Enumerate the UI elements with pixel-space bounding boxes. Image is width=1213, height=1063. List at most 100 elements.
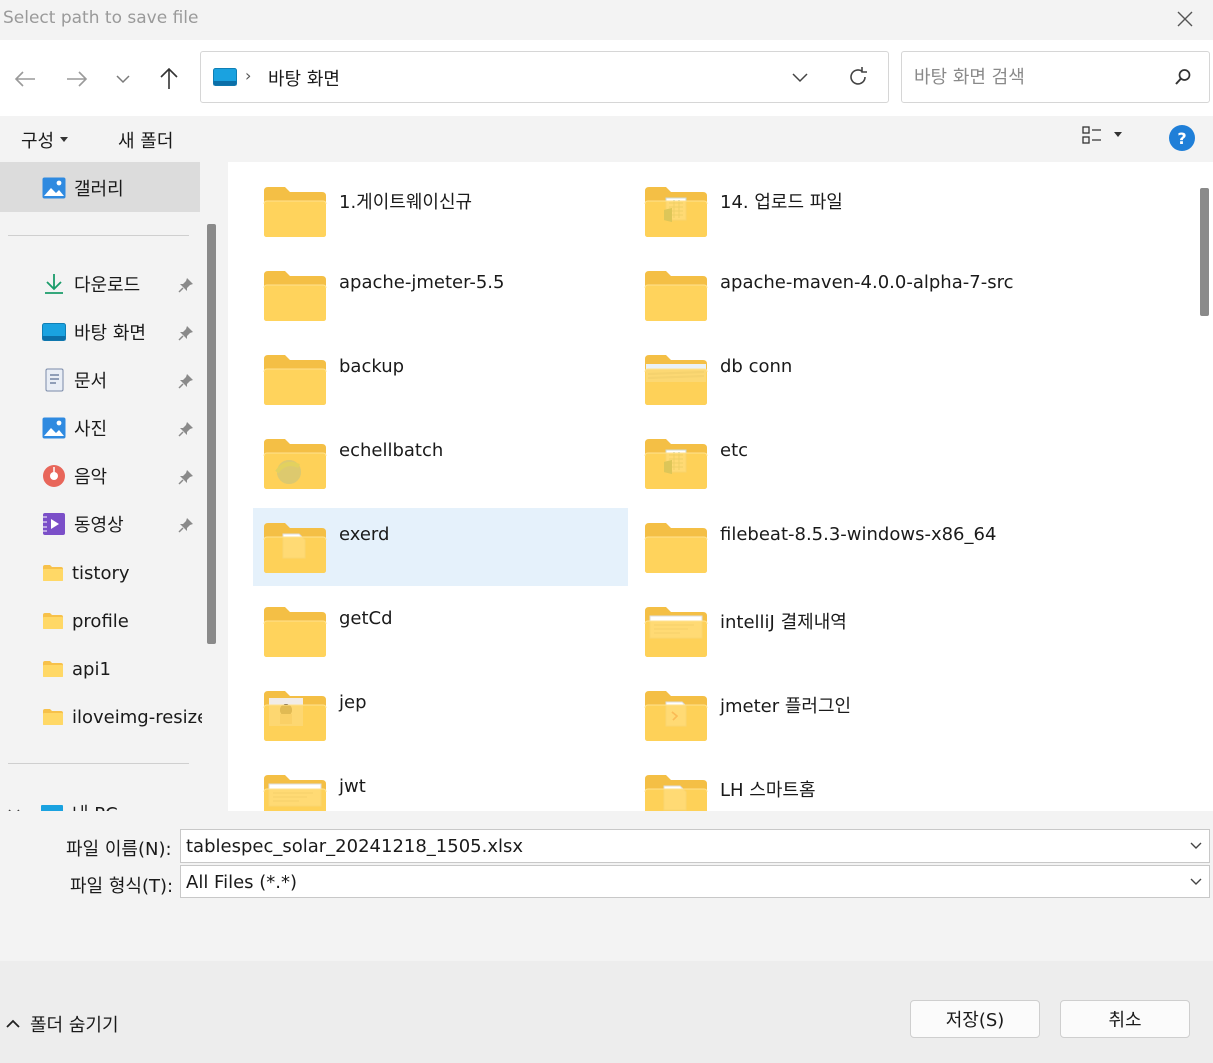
folder-item[interactable]: LH 스마트홈 bbox=[634, 760, 1009, 811]
search-box[interactable] bbox=[901, 51, 1210, 103]
folder-item[interactable]: getCd bbox=[253, 592, 628, 670]
pin-icon bbox=[178, 518, 193, 533]
folder-name: backup bbox=[339, 356, 405, 377]
folder-name: LH 스마트홈 bbox=[720, 780, 816, 801]
sidebar-item-label: 문서 bbox=[74, 371, 108, 392]
folder-icon bbox=[263, 691, 327, 741]
new-folder-label: 새 폴더 bbox=[118, 131, 174, 152]
sidebar-divider bbox=[8, 235, 189, 236]
folder-icon bbox=[644, 523, 708, 573]
sidebar-item-downloads[interactable]: 다운로드 bbox=[42, 269, 140, 299]
file-name-value[interactable]: tablespec_solar_20241218_1505.xlsx bbox=[186, 836, 523, 857]
hide-folders-toggle[interactable]: 폴더 숨기기 bbox=[6, 1011, 119, 1037]
file-list: 1.게이트웨이신규 14. 업로드 파일 apache-jmeter-5.5 apac… bbox=[228, 162, 1213, 811]
breadcrumb-separator: › bbox=[245, 66, 252, 85]
pin-icon bbox=[178, 422, 193, 437]
folder-item[interactable]: db conn bbox=[634, 340, 1009, 418]
folder-item[interactable]: intelliJ 결제내역 bbox=[634, 592, 1009, 670]
music-icon bbox=[43, 465, 65, 487]
file-name-field[interactable]: tablespec_solar_20241218_1505.xlsx bbox=[180, 829, 1210, 863]
forward-button[interactable] bbox=[62, 64, 92, 94]
folder-icon bbox=[644, 439, 708, 489]
sidebar-item-gallery[interactable]: 갤러리 bbox=[42, 173, 124, 203]
folder-item[interactable]: jep bbox=[253, 676, 628, 754]
recent-locations-button[interactable] bbox=[108, 64, 138, 94]
back-button[interactable] bbox=[10, 64, 40, 94]
folder-name: exerd bbox=[339, 524, 390, 545]
gallery-icon bbox=[42, 177, 66, 199]
view-list-icon bbox=[1082, 126, 1101, 144]
folder-name: etc bbox=[720, 440, 749, 461]
folder-icon bbox=[43, 709, 63, 725]
sidebar-item-api1[interactable]: api1 bbox=[42, 654, 111, 684]
breadcrumb-desktop[interactable]: 바탕 화면 bbox=[268, 65, 340, 91]
folder-name: db conn bbox=[720, 356, 793, 377]
file-type-value: All Files (*.*) bbox=[186, 872, 298, 893]
up-button[interactable] bbox=[154, 64, 184, 94]
content-scrollbar[interactable] bbox=[1196, 162, 1213, 811]
folder-icon bbox=[644, 187, 708, 237]
folder-item[interactable]: jmeter 플러그인 bbox=[634, 676, 1009, 754]
file-fields: 파일 이름(N): tablespec_solar_20241218_1505.… bbox=[0, 811, 1213, 961]
pictures-icon bbox=[42, 417, 66, 439]
sidebar-item-label: 음악 bbox=[74, 467, 108, 488]
scrollbar-thumb[interactable] bbox=[1200, 188, 1209, 316]
folder-icon bbox=[644, 775, 708, 811]
sidebar-item-documents[interactable]: 문서 bbox=[42, 365, 107, 395]
folder-name: filebeat-8.5.3-windows-x86_64 bbox=[720, 524, 997, 545]
sidebar-item-label: 사진 bbox=[74, 419, 108, 440]
folder-item[interactable]: filebeat-8.5.3-windows-x86_64 bbox=[634, 508, 1009, 586]
folder-name: 1.게이트웨이신규 bbox=[339, 192, 473, 213]
folder-icon bbox=[263, 187, 327, 237]
folder-item[interactable]: echellbatch bbox=[253, 424, 628, 502]
sidebar-divider bbox=[8, 763, 189, 764]
caret-down-icon bbox=[1114, 132, 1122, 137]
cancel-button[interactable]: 취소 bbox=[1060, 1000, 1190, 1038]
folder-item[interactable]: backup bbox=[253, 340, 628, 418]
organize-label: 구성 bbox=[21, 131, 55, 152]
caret-down-icon bbox=[60, 137, 69, 142]
folder-item[interactable]: apache-maven-4.0.0-alpha-7-src bbox=[634, 256, 1013, 334]
folder-name: getCd bbox=[339, 608, 393, 629]
refresh-icon bbox=[850, 67, 867, 85]
folder-icon bbox=[644, 691, 708, 741]
help-button[interactable]: ? bbox=[1169, 125, 1195, 151]
sidebar-item-this-pc[interactable]: 내 PC bbox=[8, 798, 118, 811]
view-options-button[interactable] bbox=[1082, 126, 1122, 144]
search-input[interactable] bbox=[914, 64, 1154, 90]
folder-item[interactable]: 14. 업로드 파일 bbox=[634, 172, 1009, 250]
folder-name: echellbatch bbox=[339, 440, 444, 461]
folder-name: intelliJ 결제내역 bbox=[720, 612, 847, 633]
desktop-icon bbox=[213, 68, 237, 86]
refresh-button[interactable] bbox=[846, 65, 870, 93]
sidebar-item-desktop[interactable]: 바탕 화면 bbox=[42, 317, 146, 347]
folder-item[interactable]: 1.게이트웨이신규 bbox=[253, 172, 628, 250]
save-button[interactable]: 저장(S) bbox=[910, 1000, 1040, 1038]
chevron-down-icon[interactable] bbox=[1189, 839, 1203, 853]
address-bar[interactable]: › 바탕 화면 bbox=[200, 51, 889, 103]
close-button[interactable] bbox=[1165, 2, 1205, 36]
sidebar-item-videos[interactable]: 동영상 bbox=[42, 509, 124, 539]
new-folder-button[interactable]: 새 폴더 bbox=[118, 127, 173, 153]
folder-item[interactable]: jwt bbox=[253, 760, 628, 811]
organize-button[interactable]: 구성 bbox=[21, 127, 69, 153]
sidebar-scrollbar[interactable] bbox=[207, 224, 216, 644]
sidebar-item-profile[interactable]: profile bbox=[42, 606, 129, 636]
folder-name: jmeter 플러그인 bbox=[720, 696, 852, 717]
folder-item[interactable]: apache-jmeter-5.5 bbox=[253, 256, 628, 334]
chevron-down-icon bbox=[1190, 878, 1202, 885]
folder-item[interactable]: etc bbox=[634, 424, 1009, 502]
folder-name: jwt bbox=[339, 776, 366, 797]
pin-icon bbox=[178, 278, 193, 293]
sidebar-item-label: 바탕 화면 bbox=[74, 323, 146, 344]
sidebar-item-music[interactable]: 음악 bbox=[42, 461, 107, 491]
address-history-button[interactable] bbox=[791, 67, 809, 91]
hide-folders-label: 폴더 숨기기 bbox=[30, 1015, 119, 1036]
folder-item[interactable]: exerd bbox=[253, 508, 628, 586]
file-type-select[interactable]: All Files (*.*) bbox=[180, 865, 1210, 898]
sidebar-item-pictures[interactable]: 사진 bbox=[42, 413, 107, 443]
help-icon: ? bbox=[1177, 128, 1187, 148]
folder-icon bbox=[644, 355, 708, 405]
sidebar-item-iloveimg-resized[interactable]: iloveimg-resized bbox=[42, 702, 202, 732]
sidebar-item-tistory[interactable]: tistory bbox=[42, 558, 130, 588]
